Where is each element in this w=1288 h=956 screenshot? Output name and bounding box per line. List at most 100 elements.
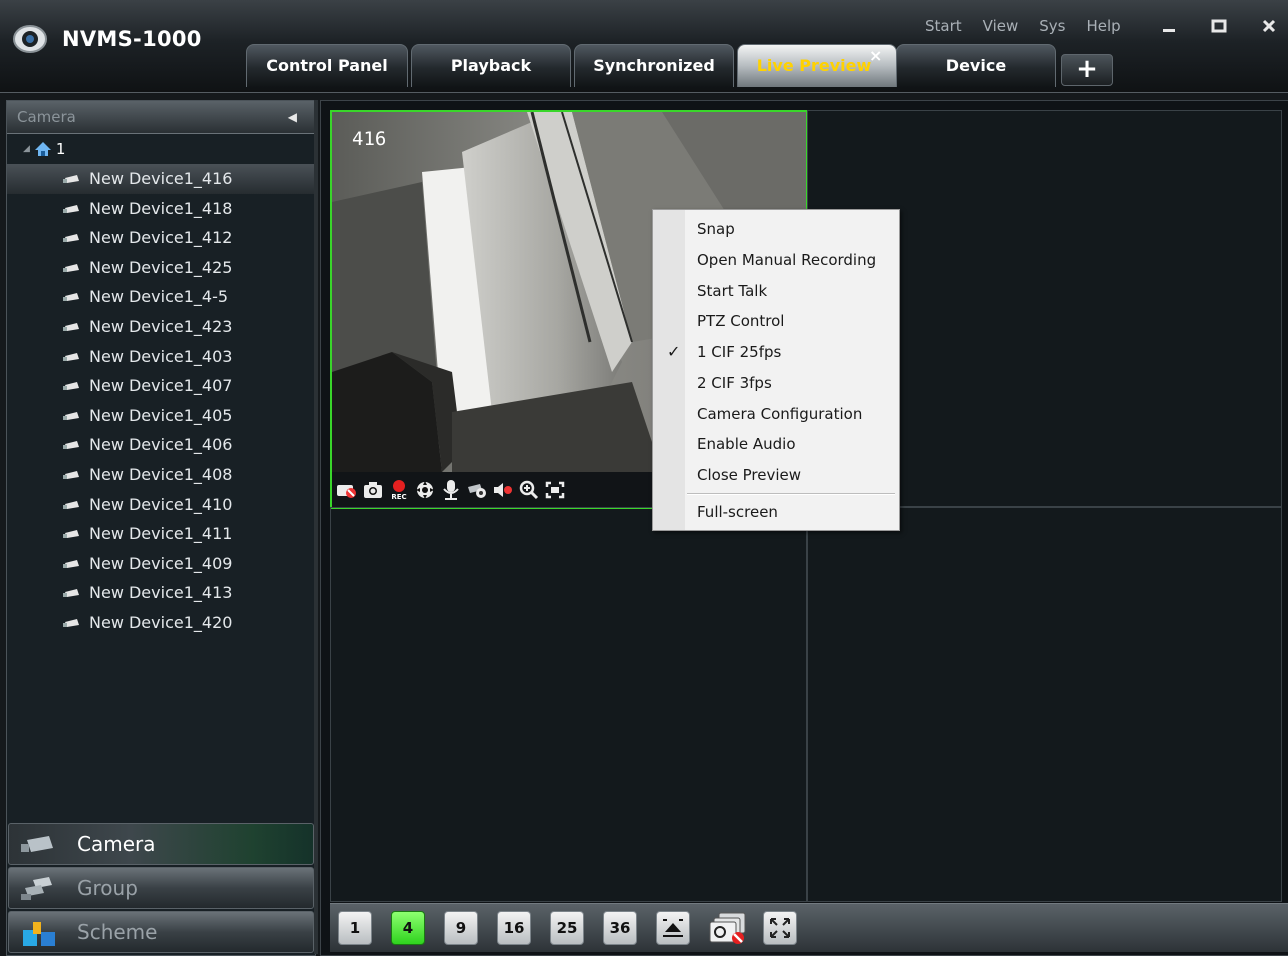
device-list: New Device1_416 New Device1_418 New Devi… [7, 164, 315, 638]
maximize-button[interactable] [1202, 12, 1236, 40]
nav-scheme-label: Scheme [77, 920, 158, 944]
layout-9-button[interactable]: 9 [444, 911, 478, 945]
menu-start[interactable]: Start [925, 17, 962, 35]
nav-scheme[interactable]: Scheme [8, 911, 314, 953]
tab-close-icon[interactable]: × [869, 46, 882, 65]
device-item[interactable]: New Device1_4-5 [7, 282, 315, 312]
menu-item-stream-1-label: 1 CIF 25fps [697, 343, 782, 361]
device-label: New Device1_409 [89, 553, 233, 573]
snapshot-icon[interactable] [362, 479, 384, 501]
nav-camera-label: Camera [77, 832, 156, 856]
camera-icon [63, 500, 79, 509]
menu-item-start-talk[interactable]: Start Talk [653, 276, 899, 306]
menu-item-camera-configuration[interactable]: Camera Configuration [653, 399, 899, 429]
add-tab-button[interactable]: + [1061, 54, 1113, 86]
close-all-preview-button[interactable] [709, 910, 749, 946]
tree-root[interactable]: ◢ 1 [7, 134, 315, 164]
device-item[interactable]: New Device1_405 [7, 401, 315, 431]
menu-item-stream-1[interactable]: ✓ 1 CIF 25fps [653, 337, 899, 367]
menu-item-open-manual-recording[interactable]: Open Manual Recording [653, 245, 899, 275]
device-item[interactable]: New Device1_406 [7, 430, 315, 460]
menu-item-stream-2[interactable]: 2 CIF 3fps [653, 368, 899, 398]
device-label: New Device1_416 [89, 169, 233, 188]
layout-4-button[interactable]: 4 [391, 911, 425, 945]
device-item[interactable]: New Device1_423 [7, 312, 315, 342]
camera-icon [63, 470, 79, 479]
tab-device[interactable]: Device [896, 44, 1056, 87]
window-controls [1152, 12, 1288, 40]
device-item[interactable]: New Device1_409 [7, 549, 315, 579]
device-label: New Device1_405 [89, 405, 233, 425]
record-icon[interactable]: REC [388, 479, 410, 501]
device-label: New Device1_4-5 [89, 287, 229, 307]
tab-live-preview-label: Live Preview [756, 56, 872, 75]
fullscreen-cell-icon[interactable] [544, 479, 566, 501]
device-item[interactable]: New Device1_420 [7, 608, 315, 638]
device-item[interactable]: New Device1_412 [7, 223, 315, 253]
layout-36-button[interactable]: 36 [603, 911, 637, 945]
tab-control-panel[interactable]: Control Panel [246, 44, 408, 87]
layout-1-button[interactable]: 1 [338, 911, 372, 945]
video-cell[interactable] [807, 507, 1282, 902]
toggle-bar-button[interactable] [656, 911, 690, 945]
minimize-button[interactable] [1152, 12, 1186, 40]
scheme-icon [23, 922, 55, 946]
camera-icon [63, 589, 79, 598]
camera-settings-icon[interactable] [466, 479, 488, 501]
expand-arrow-icon[interactable]: ◢ [23, 134, 30, 164]
talk-icon[interactable] [440, 479, 462, 501]
device-item[interactable]: New Device1_411 [7, 519, 315, 549]
layout-16-button[interactable]: 16 [497, 911, 531, 945]
video-cell[interactable] [330, 507, 807, 902]
tree-root-label: 1 [55, 140, 66, 158]
camera-icon [63, 559, 79, 568]
menu-item-snap[interactable]: Snap [653, 214, 899, 244]
device-item[interactable]: New Device1_410 [7, 490, 315, 520]
device-label: New Device1_420 [89, 612, 233, 632]
ptz-icon[interactable] [414, 479, 436, 501]
device-item[interactable]: New Device1_416 [7, 164, 315, 194]
device-item[interactable]: New Device1_408 [7, 460, 315, 490]
device-label: New Device1_411 [89, 524, 233, 544]
menu-sys[interactable]: Sys [1039, 17, 1065, 35]
menu-item-enable-audio[interactable]: Enable Audio [653, 429, 899, 459]
camera-icon [63, 618, 79, 627]
nav-camera[interactable]: Camera [8, 823, 314, 865]
svg-text:REC: REC [391, 493, 406, 501]
device-item[interactable]: New Device1_418 [7, 194, 315, 224]
camera-icon [63, 352, 79, 361]
layout-25-button[interactable]: 25 [550, 911, 584, 945]
group-icon [21, 877, 52, 900]
device-item[interactable]: New Device1_413 [7, 578, 315, 608]
menu-item-ptz-control[interactable]: PTZ Control [653, 306, 899, 336]
menu-view[interactable]: View [983, 17, 1019, 35]
tab-playback[interactable]: Playback [411, 44, 571, 87]
audio-icon[interactable] [492, 479, 514, 501]
menu-help[interactable]: Help [1086, 17, 1120, 35]
camera-icon [63, 175, 79, 183]
home-icon [34, 142, 51, 156]
zoom-icon[interactable] [518, 479, 540, 501]
stop-preview-icon[interactable] [336, 479, 358, 501]
collapse-panel-icon[interactable]: ◀ [288, 101, 297, 133]
panel-splitter[interactable] [314, 100, 318, 954]
device-label: New Device1_407 [89, 376, 233, 396]
device-label: New Device1_418 [89, 198, 233, 218]
left-nav: Camera Group Scheme [8, 823, 314, 955]
device-item[interactable]: New Device1_407 [7, 371, 315, 401]
menu-item-full-screen[interactable]: Full-screen [653, 497, 899, 527]
close-button[interactable] [1252, 12, 1286, 40]
close-icon [1262, 19, 1276, 33]
device-label: New Device1_423 [89, 316, 233, 336]
fullscreen-button[interactable] [763, 911, 797, 945]
device-label: New Device1_408 [89, 464, 233, 484]
fullscreen-icon [770, 918, 790, 938]
camera-icon [63, 322, 79, 331]
menu-item-close-preview[interactable]: Close Preview [653, 460, 899, 490]
layout-toolbar: 1 4 9 16 25 36 [330, 903, 1288, 952]
device-item[interactable]: New Device1_425 [7, 253, 315, 283]
tab-synchronized[interactable]: Synchronized [574, 44, 734, 87]
camera-icon [63, 263, 79, 272]
device-item[interactable]: New Device1_403 [7, 342, 315, 372]
nav-group[interactable]: Group [8, 867, 314, 909]
